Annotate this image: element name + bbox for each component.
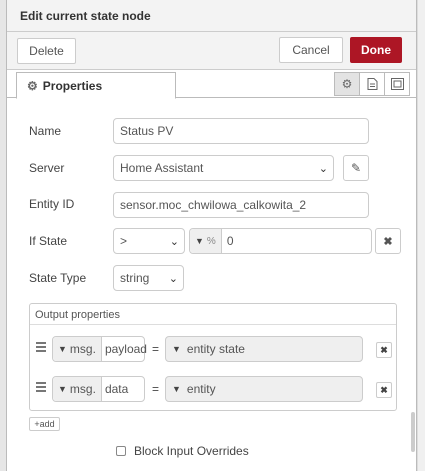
- block-input-overrides-checkbox[interactable]: [116, 446, 126, 456]
- tabs-row: ⚙ Properties ⚙: [7, 70, 416, 99]
- output-key-prefix: msg.: [69, 382, 96, 396]
- if-state-operator-select[interactable]: > ⌄: [113, 228, 185, 254]
- entity-id-label: Entity ID: [29, 197, 75, 211]
- drag-handle-icon[interactable]: [36, 342, 46, 354]
- remove-row-button[interactable]: ✖: [376, 382, 392, 398]
- output-key-type-button[interactable]: ▼ msg.: [53, 337, 102, 361]
- output-value-select[interactable]: ▼ entity state: [165, 336, 363, 362]
- if-state-value-input[interactable]: ▼ % 0: [189, 228, 372, 254]
- chevron-down-icon: ⌄: [168, 273, 178, 285]
- equals-sign: =: [152, 342, 160, 356]
- background-workspace-right: [417, 0, 425, 471]
- if-state-type-value: %: [206, 235, 216, 247]
- chevron-down-icon: ⌄: [318, 163, 328, 175]
- output-value-select[interactable]: ▼ entity: [165, 376, 363, 402]
- caret-down-icon: ▼: [172, 344, 181, 354]
- if-state-operator-value: >: [120, 234, 128, 248]
- caret-down-icon: ▼: [58, 384, 67, 394]
- done-button[interactable]: Done: [350, 37, 402, 63]
- tray-header: Edit current state node: [7, 0, 416, 32]
- delete-button[interactable]: Delete: [17, 38, 76, 64]
- chevron-down-icon: ⌄: [169, 236, 179, 248]
- remove-row-button[interactable]: ✖: [376, 342, 392, 358]
- tab-settings[interactable]: ⚙: [334, 72, 360, 96]
- block-input-overrides-label: Block Input Overrides: [134, 444, 249, 458]
- pencil-icon: ✎: [350, 161, 362, 175]
- gear-icon: ⚙: [341, 77, 353, 91]
- name-label: Name: [29, 124, 62, 138]
- caret-down-icon: ▼: [195, 236, 204, 246]
- server-select[interactable]: Home Assistant ⌄: [113, 155, 334, 181]
- divider: [30, 324, 396, 325]
- clear-if-state-button[interactable]: ✖: [375, 228, 401, 254]
- scrollbar[interactable]: [411, 412, 415, 452]
- tab-properties-label: Properties: [42, 78, 103, 93]
- close-icon: ✖: [383, 235, 393, 248]
- state-type-select[interactable]: string ⌄: [113, 265, 184, 291]
- output-key-type-button[interactable]: ▼ msg.: [53, 377, 102, 401]
- output-row: ▼ msg. data = ▼ entity ✖: [30, 370, 396, 408]
- if-state-type-button[interactable]: ▼ %: [190, 229, 222, 253]
- caret-down-icon: ▼: [172, 384, 181, 394]
- drag-handle-icon[interactable]: [36, 382, 46, 394]
- icon-tabs: ⚙: [334, 72, 410, 96]
- equals-sign: =: [152, 382, 160, 396]
- output-key-value: data: [104, 382, 129, 396]
- output-value: entity: [186, 382, 216, 396]
- name-input[interactable]: Status PV: [113, 118, 369, 144]
- output-key-prefix: msg.: [69, 342, 96, 356]
- output-key-input[interactable]: ▼ msg. data: [52, 376, 145, 402]
- close-icon: ✖: [380, 384, 388, 395]
- if-state-value: 0: [226, 234, 234, 248]
- server-label: Server: [29, 161, 65, 175]
- add-label: add: [39, 419, 55, 429]
- output-value: entity state: [186, 342, 245, 356]
- add-output-button[interactable]: + add: [29, 417, 60, 431]
- output-properties-title: Output properties: [35, 309, 120, 321]
- caret-down-icon: ▼: [58, 344, 67, 354]
- close-icon: ✖: [380, 344, 388, 355]
- tray-title: Edit current state node: [20, 9, 151, 23]
- entity-id-input[interactable]: sensor.moc_chwilowa_calkowita_2: [113, 192, 369, 218]
- output-row: ▼ msg. payload = ▼ entity state ✖: [30, 330, 396, 368]
- edit-server-button[interactable]: ✎: [343, 155, 369, 181]
- tray-toolbar: Delete Cancel Done: [7, 32, 416, 70]
- tab-properties[interactable]: ⚙ Properties: [16, 72, 176, 99]
- server-value: Home Assistant: [120, 161, 204, 175]
- tab-appearance[interactable]: [384, 72, 410, 96]
- output-key-input[interactable]: ▼ msg. payload: [52, 336, 147, 362]
- description-icon: [367, 78, 377, 90]
- tab-description[interactable]: [359, 72, 385, 96]
- entity-id-value: sensor.moc_chwilowa_calkowita_2: [120, 198, 307, 212]
- appearance-icon: [390, 78, 404, 90]
- output-properties-box: Output properties ▼ msg. payload = ▼ ent…: [29, 303, 397, 411]
- cancel-button[interactable]: Cancel: [279, 37, 343, 63]
- name-value: Status PV: [120, 124, 174, 138]
- output-key-value: payload: [104, 342, 147, 356]
- state-type-label: State Type: [29, 271, 87, 285]
- edit-tray: Edit current state node Delete Cancel Do…: [6, 0, 417, 471]
- state-type-value: string: [120, 271, 150, 285]
- gear-icon: ⚙: [27, 78, 38, 93]
- if-state-label: If State: [29, 234, 68, 248]
